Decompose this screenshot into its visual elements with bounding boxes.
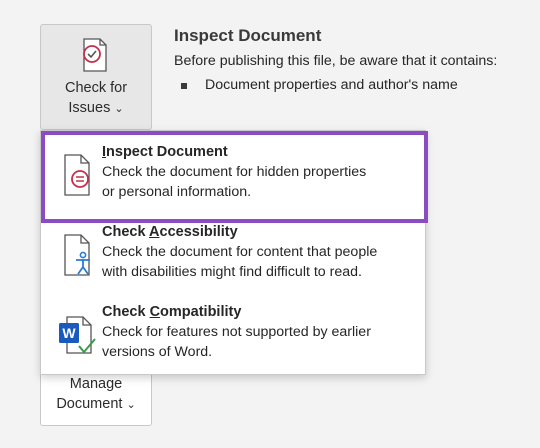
menu-item-inspect-desc-2: or personal information.	[102, 184, 252, 200]
svg-text:W: W	[62, 325, 76, 341]
check-for-issues-button[interactable]: Check for Issues ⌄	[40, 24, 152, 130]
menu-item-accessibility-desc-2: with disabilities might find difficult t…	[102, 264, 362, 280]
inspect-panel-title: Inspect Document	[174, 26, 322, 45]
menu-item-inspect-desc-1: Check the document for hidden properties	[102, 164, 367, 180]
inspect-document-panel: Inspect Document Before publishing this …	[174, 26, 534, 93]
inspect-panel-bullet: Document properties and author's name	[174, 77, 534, 93]
manage-document-label-line1: Manage	[69, 376, 123, 392]
menu-item-check-compatibility[interactable]: W Check Compatibility Check for features…	[41, 301, 425, 375]
check-for-issues-label-line1: Check for	[64, 80, 128, 96]
menu-item-compatibility-title: Check Compatibility	[102, 304, 242, 320]
bullet-icon	[181, 83, 187, 89]
chevron-down-icon: ⌄	[114, 103, 124, 115]
chevron-down-icon: ⌄	[126, 399, 136, 411]
word-compatibility-icon: W	[59, 316, 96, 354]
inspect-panel-description: Before publishing this file, be aware th…	[174, 53, 498, 69]
check-for-issues-menu: Inspect Document Check the document for …	[40, 130, 426, 375]
manage-document-label-line2: Document	[56, 396, 123, 412]
menu-item-accessibility-desc-1: Check the document for content that peop…	[102, 244, 378, 260]
check-for-issues-label-line2: Issues	[68, 100, 111, 116]
menu-item-check-accessibility[interactable]: Check Accessibility Check the document f…	[41, 221, 425, 301]
check-for-issues-icon	[83, 38, 107, 72]
inspect-panel-bullet-text: Document properties and author's name	[205, 77, 458, 93]
menu-item-compatibility-desc-2: versions of Word.	[102, 344, 213, 360]
menu-item-compatibility-desc-1: Check for features not supported by earl…	[102, 324, 371, 340]
document-inspect-icon	[64, 154, 90, 196]
menu-item-accessibility-title: Check Accessibility	[102, 224, 238, 240]
menu-item-inspect-document[interactable]: Inspect Document Check the document for …	[41, 141, 425, 221]
accessibility-icon	[64, 234, 90, 276]
menu-item-inspect-title: Inspect Document	[102, 144, 228, 160]
